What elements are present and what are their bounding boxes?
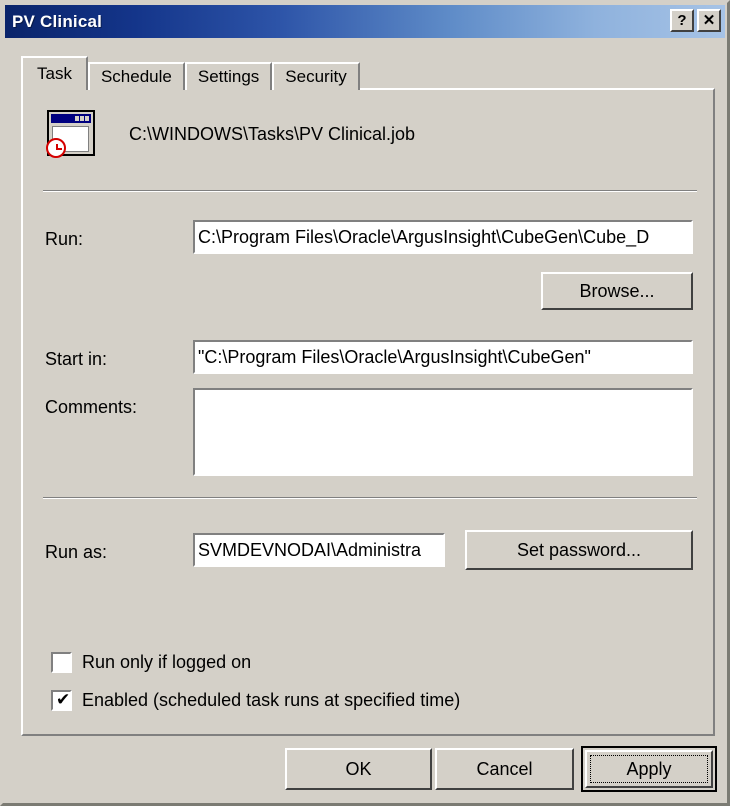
enabled-checkbox[interactable]: ✔ — [51, 690, 72, 711]
run-as-input[interactable]: SVMDEVNODAI\Administra — [193, 533, 445, 567]
run-only-if-logged-on-checkbox[interactable] — [51, 652, 72, 673]
cancel-button[interactable]: Cancel — [435, 748, 574, 790]
caption-button-group: ? ✕ — [670, 9, 721, 32]
tab-strip: Task Schedule Settings Security — [21, 56, 360, 90]
run-input[interactable]: C:\Program Files\Oracle\ArgusInsight\Cub… — [193, 220, 693, 254]
enabled-label: Enabled (scheduled task runs at specifie… — [82, 690, 461, 710]
set-password-button[interactable]: Set password... — [465, 530, 693, 570]
run-only-if-logged-on-label: Run only if logged on — [82, 652, 252, 672]
comments-label: Comments: — [45, 397, 138, 417]
run-as-label: Run as: — [45, 542, 108, 562]
browse-button[interactable]: Browse... — [541, 272, 693, 310]
separator-top — [43, 190, 697, 192]
apply-button[interactable]: Apply — [581, 746, 717, 792]
separator-middle — [43, 497, 697, 499]
checkmark-icon: ✔ — [56, 690, 71, 710]
apply-button-label: Apply — [626, 758, 672, 779]
task-file-path: C:\WINDOWS\Tasks\PV Clinical.job — [129, 123, 416, 144]
tab-task[interactable]: Task — [21, 56, 88, 90]
comments-input[interactable] — [193, 388, 693, 476]
run-only-if-logged-on-row[interactable]: Run only if logged on — [51, 652, 251, 673]
start-in-label: Start in: — [45, 349, 108, 369]
tab-security[interactable]: Security — [272, 62, 360, 90]
tab-settings[interactable]: Settings — [184, 62, 273, 90]
title-bar[interactable]: PV Clinical ? ✕ — [5, 5, 725, 38]
enabled-row[interactable]: ✔ Enabled (scheduled task runs at specif… — [51, 690, 460, 711]
clock-overlay-icon — [46, 138, 66, 158]
task-tab-panel: C:\WINDOWS\Tasks\PV Clinical.job Run: C:… — [21, 88, 715, 736]
task-header: C:\WINDOWS\Tasks\PV Clinical.job — [45, 108, 415, 160]
window-title: PV Clinical — [12, 11, 103, 31]
scheduled-task-icon — [45, 108, 99, 160]
tab-schedule[interactable]: Schedule — [87, 62, 185, 90]
close-icon[interactable]: ✕ — [697, 9, 721, 32]
task-properties-dialog: PV Clinical ? ✕ Task Schedule Settings S… — [0, 0, 730, 806]
start-in-input[interactable]: "C:\Program Files\Oracle\ArgusInsight\Cu… — [193, 340, 693, 374]
ok-button[interactable]: OK — [285, 748, 432, 790]
run-label: Run: — [45, 229, 84, 249]
help-icon[interactable]: ? — [670, 9, 694, 32]
